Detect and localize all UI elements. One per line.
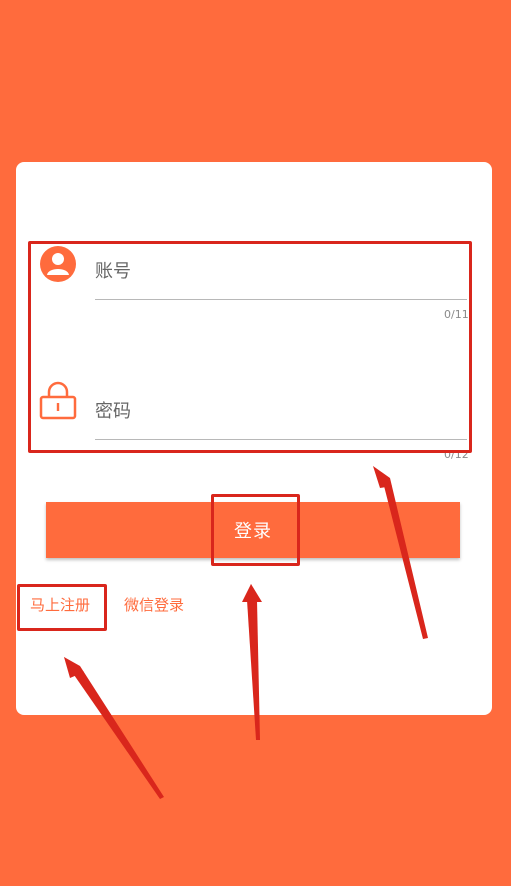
annotation-arrow-login <box>247 584 260 740</box>
annotation-arrow-register <box>64 657 164 799</box>
annotation-arrows <box>64 466 428 799</box>
annotation-arrow-fields <box>373 466 428 639</box>
